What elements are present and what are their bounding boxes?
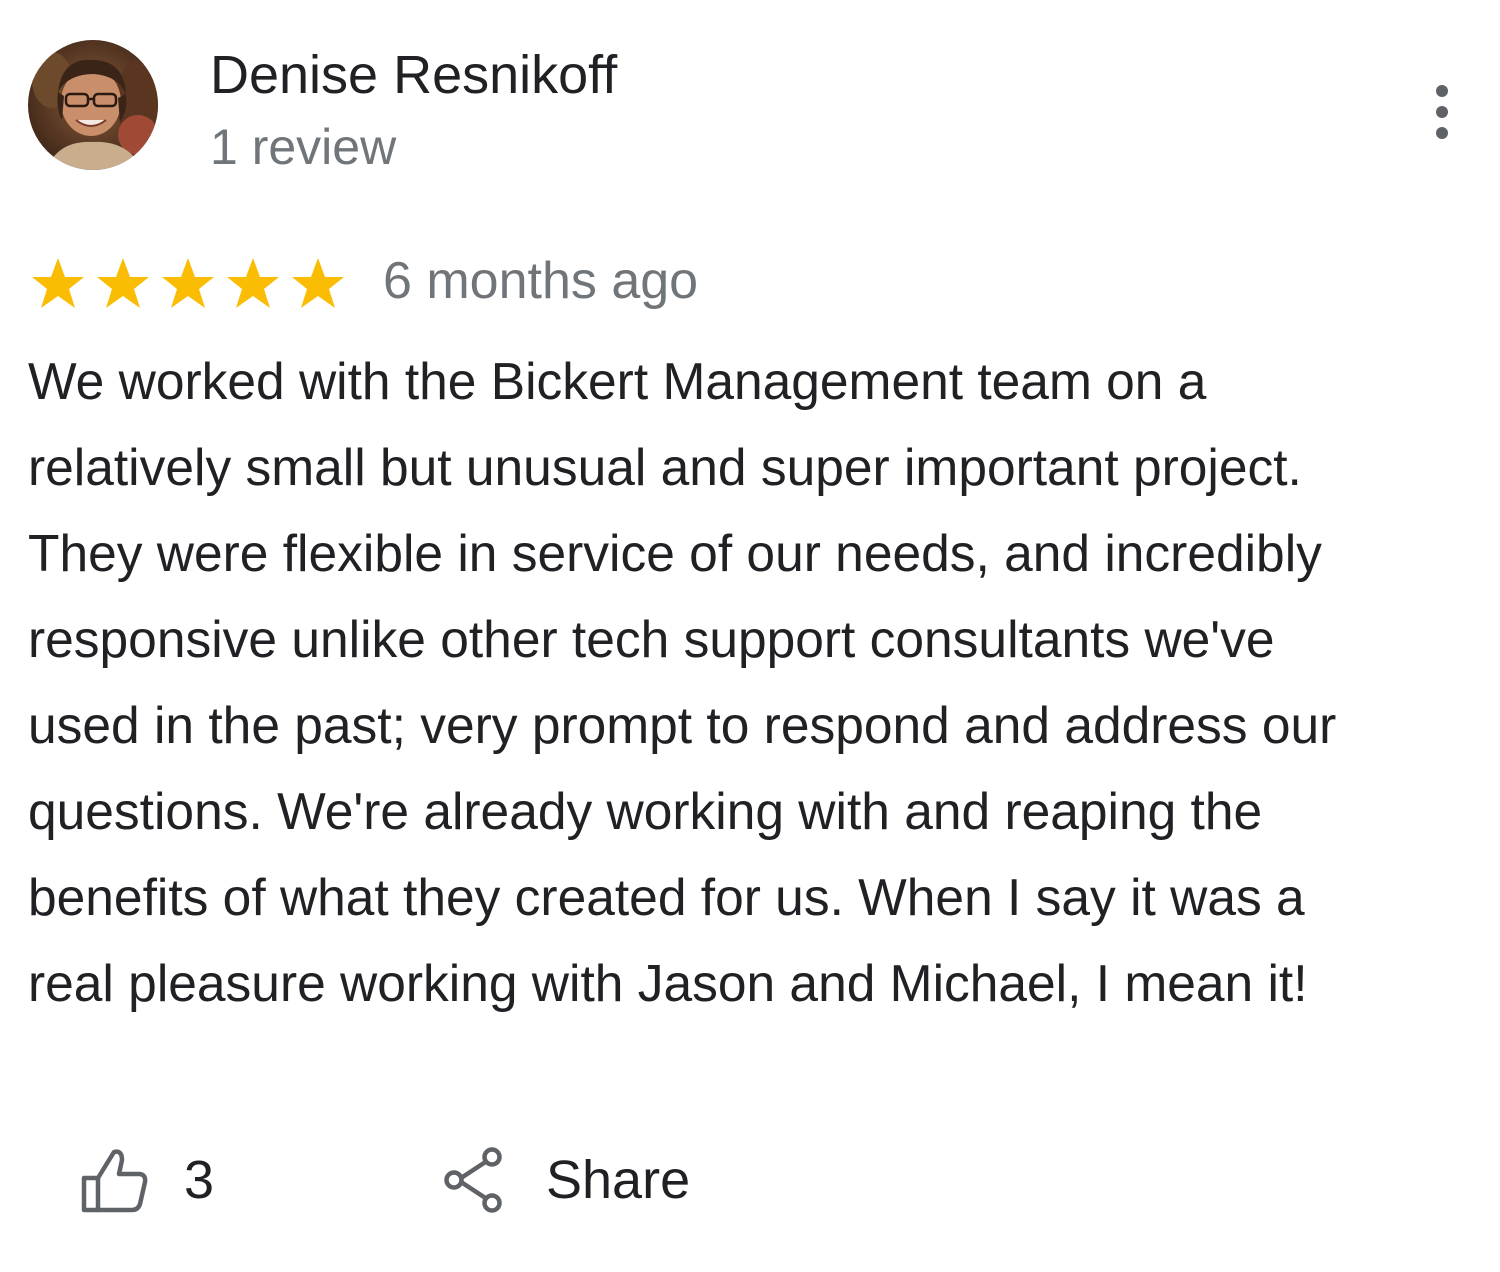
star-rating	[30, 252, 355, 312]
review-text-line: relatively small but unusual and super i…	[28, 438, 1302, 496]
review-date: 6 months ago	[383, 252, 699, 310]
review-text-line: real pleasure working with Jason and Mic…	[28, 954, 1308, 1012]
review-text-line: benefits of what they created for us. Wh…	[28, 868, 1305, 926]
more-vert-icon	[1436, 85, 1448, 139]
review-text-line: used in the past; very prompt to respond…	[28, 696, 1337, 754]
star-icon	[292, 258, 344, 308]
reviewer-review-count: 1 review	[210, 119, 397, 175]
review-text-line: We worked with the Bickert Management te…	[28, 352, 1207, 410]
more-options-button[interactable]	[1412, 80, 1472, 146]
like-button[interactable]: 3	[78, 1140, 214, 1220]
thumb-up-icon	[81, 1149, 148, 1213]
avatar[interactable]	[28, 40, 158, 170]
share-icon	[444, 1147, 502, 1213]
star-icon	[97, 258, 149, 308]
share-label: Share	[546, 1150, 691, 1210]
star-icon	[162, 258, 214, 308]
star-icon	[227, 258, 279, 308]
review-text: We worked with the Bickert Management te…	[28, 338, 1488, 1026]
review-text-line: They were flexible in service of our nee…	[28, 524, 1322, 582]
review-text-line: responsive unlike other tech support con…	[28, 610, 1275, 668]
avatar-photo	[28, 40, 158, 170]
like-count: 3	[184, 1150, 215, 1210]
share-button[interactable]: Share	[440, 1140, 690, 1220]
review-card: Denise Resnikoff 1 review 6 months ago W…	[0, 0, 1500, 1272]
star-icon	[32, 258, 84, 308]
reviewer-name[interactable]: Denise Resnikoff	[210, 40, 617, 110]
review-text-line: questions. We're already working with an…	[28, 782, 1263, 840]
